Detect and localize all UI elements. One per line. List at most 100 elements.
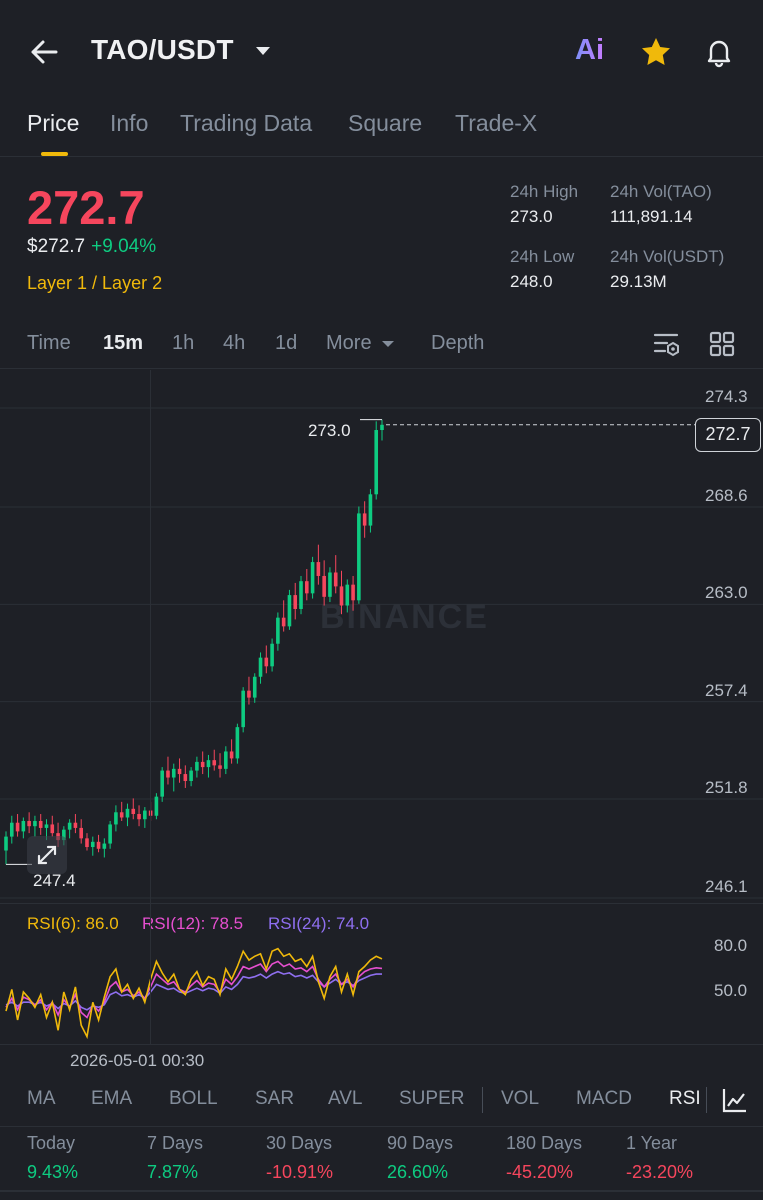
candle-body: [4, 836, 8, 851]
vol-tao-value: 111,891.14: [610, 207, 693, 226]
tabs-divider: [0, 156, 763, 157]
layout-grid-icon[interactable]: [709, 331, 735, 362]
ind-avl[interactable]: AVL: [328, 1088, 363, 1110]
price-usd-row: $272.7 +9.04%: [27, 236, 156, 258]
candle-body: [351, 584, 355, 601]
perf-label-7d: 7 Days: [147, 1133, 204, 1153]
candle-body: [328, 572, 332, 597]
candle-body: [119, 812, 124, 818]
candle-body: [33, 820, 37, 827]
favorite-star-icon[interactable]: [640, 36, 672, 73]
high-label: 24h High: [510, 182, 579, 201]
candle-body: [125, 808, 130, 818]
candle-body: [27, 820, 31, 827]
low-label: 24h Low: [510, 247, 575, 266]
tf-more[interactable]: More: [326, 332, 395, 355]
bottom-divider: [0, 1190, 763, 1192]
ind-vol[interactable]: VOL: [501, 1088, 539, 1110]
bell-icon[interactable]: [703, 36, 735, 73]
rsi-axis-80: 80.0: [714, 936, 748, 955]
tf-depth[interactable]: Depth: [431, 332, 484, 355]
candle-body: [50, 824, 55, 834]
last-price: 272.7: [27, 181, 145, 234]
pair-title[interactable]: TAO/USDT: [91, 34, 234, 66]
rsi-axis-50: 50.0: [714, 981, 748, 1000]
candle-body: [160, 770, 164, 797]
time-grid-line: [150, 370, 151, 1045]
tf-15m[interactable]: 15m: [103, 332, 143, 355]
ind-ema[interactable]: EMA: [91, 1088, 132, 1110]
perf-label-30d: 30 Days: [266, 1133, 333, 1153]
ind-sar[interactable]: SAR: [255, 1088, 294, 1110]
tf-1d[interactable]: 1d: [275, 332, 297, 355]
ind-rsi[interactable]: RSI: [669, 1088, 701, 1110]
candle-body: [114, 812, 118, 825]
candle-body: [73, 822, 78, 828]
high-marker-label: 273.0: [308, 421, 351, 440]
current-price-label: 272.7: [705, 424, 751, 444]
rsi24-label: RSI(24): 74.0: [268, 914, 370, 933]
perf-value-7d: 7.87%: [147, 1162, 199, 1182]
candle-body: [38, 820, 43, 828]
tf-more-label: More: [326, 332, 372, 354]
candle-body: [131, 808, 136, 815]
time-axis-label: 2026-05-01 00:30: [70, 1051, 205, 1070]
perf-value-180d: -45.20%: [506, 1162, 574, 1182]
candle-body: [322, 575, 326, 597]
rsi6-label: RSI(6): 86.0: [27, 914, 119, 933]
ind-boll[interactable]: BOLL: [169, 1088, 218, 1110]
candle-body: [247, 690, 251, 698]
candle-body: [368, 494, 373, 526]
candlestick-chart[interactable]: BINANCE: [0, 370, 763, 900]
tab-trading-data[interactable]: Trading Data: [180, 110, 312, 137]
rsi-bottom-divider: [0, 1044, 763, 1045]
price-axis-label: 246.1: [705, 877, 748, 896]
tab-info[interactable]: Info: [110, 110, 148, 137]
indicators-divider: [0, 1126, 763, 1127]
candle-body: [357, 513, 361, 601]
candle-body: [241, 690, 245, 728]
candle-body: [108, 824, 112, 844]
perf-label-today: Today: [27, 1133, 76, 1153]
candle-body: [305, 581, 309, 594]
back-arrow-icon[interactable]: [28, 36, 60, 68]
ai-icon[interactable]: Ai: [575, 34, 604, 67]
perf-value-1y: -23.20%: [626, 1162, 694, 1182]
rsi-chart: [5, 947, 383, 1040]
perf-value-30d: -10.91%: [266, 1162, 334, 1182]
candle-body: [9, 822, 14, 837]
price-axis-label: 268.6: [705, 486, 748, 506]
candle-body: [85, 838, 89, 848]
perf-value-90d: 26.60%: [387, 1162, 449, 1182]
candle-body: [195, 761, 199, 771]
ind-macd[interactable]: MACD: [576, 1088, 632, 1110]
tab-trade-x[interactable]: Trade-X: [455, 110, 537, 137]
candle-body: [177, 768, 182, 775]
tab-price[interactable]: Price: [27, 110, 79, 137]
tab-square[interactable]: Square: [348, 110, 422, 137]
category-tag[interactable]: Layer 1 / Layer 2: [27, 273, 162, 294]
candle-body: [258, 657, 263, 677]
candle-body: [339, 586, 344, 606]
price-change: +9.04%: [91, 236, 157, 257]
ind-ma[interactable]: MA: [27, 1088, 56, 1110]
candle-body: [143, 810, 147, 820]
ind-super[interactable]: SUPER: [399, 1088, 464, 1110]
chart-settings-icon[interactable]: [653, 331, 681, 362]
candle-body: [166, 770, 170, 778]
expand-chart-icon[interactable]: [27, 836, 67, 874]
candle-body: [299, 581, 303, 609]
indicator-settings-icon[interactable]: [721, 1086, 749, 1119]
candle-body: [374, 430, 379, 495]
pair-dropdown-icon[interactable]: [254, 44, 272, 62]
price-axis-label: 251.8: [705, 777, 748, 797]
tf-4h[interactable]: 4h: [223, 332, 245, 355]
current-price-box: 272.7: [695, 418, 761, 452]
tf-1h[interactable]: 1h: [172, 332, 194, 355]
candle-body: [90, 841, 95, 848]
ind-separator: [482, 1087, 483, 1113]
tf-time[interactable]: Time: [27, 332, 71, 355]
vol-tao-label: 24h Vol(TAO): [610, 182, 712, 201]
binance-watermark: BINANCE: [320, 598, 489, 636]
candle-body: [252, 676, 257, 698]
